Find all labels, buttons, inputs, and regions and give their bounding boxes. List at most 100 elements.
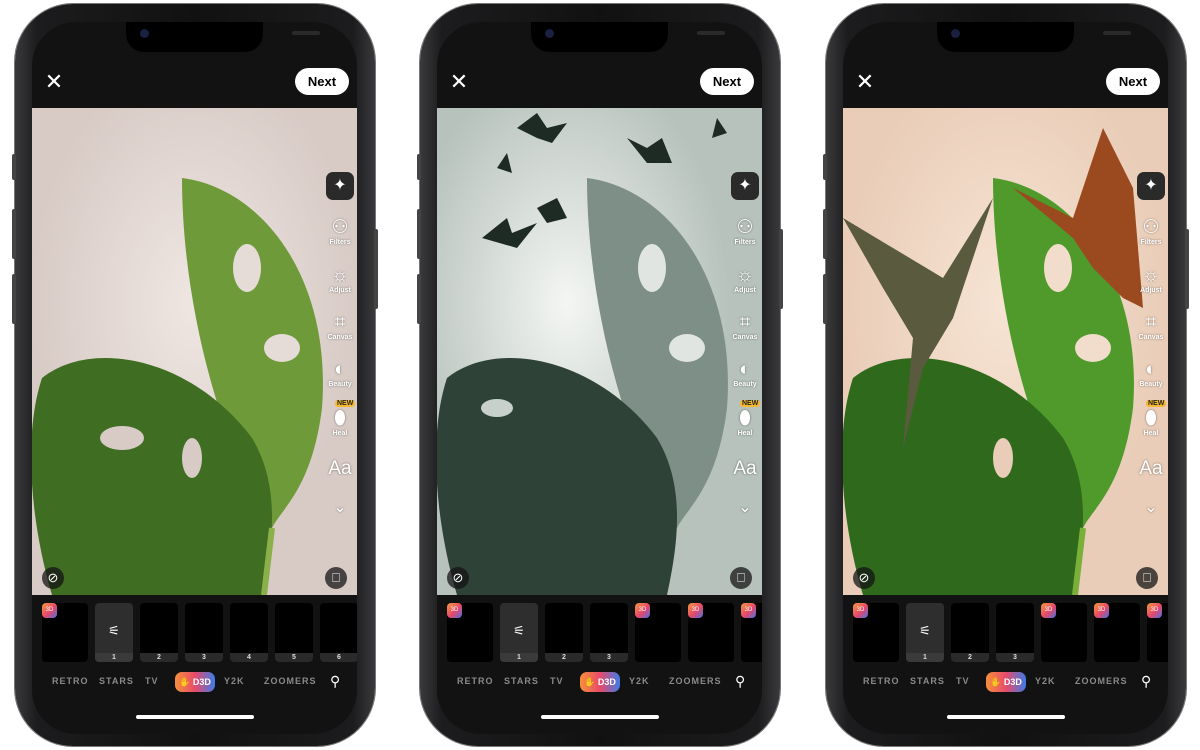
tool-canvas[interactable]: ⌗ Canvas [1134, 313, 1168, 342]
effect-thumbnail[interactable]: ⚟ 1 [906, 603, 944, 662]
category-stars[interactable]: STARS [99, 676, 134, 686]
category-stars[interactable]: STARS [910, 676, 945, 686]
text-tool[interactable]: Aa [323, 458, 357, 480]
category-tv[interactable]: TV [550, 676, 564, 686]
tool-heal[interactable]: ⬮ Heal [323, 409, 357, 438]
chevron-down-icon[interactable]: ⌄ [728, 497, 762, 517]
effect-thumbnail[interactable]: 2 [140, 603, 178, 662]
adjust-icon: ☼ [1142, 265, 1160, 286]
effect-thumbnail[interactable]: ⚟ 1 [95, 603, 133, 662]
text-tool[interactable]: Aa [1134, 458, 1168, 480]
beauty-icon: ◐ [1145, 359, 1157, 380]
photo-preview[interactable] [437, 108, 762, 595]
d3d-badge-icon: 3D [1094, 603, 1109, 618]
category-d3d-selected[interactable]: ✋ D3D [986, 672, 1026, 692]
no-effect-icon[interactable]: ⊘ [42, 567, 64, 589]
category-zoomers[interactable]: ZOOMERS [264, 676, 317, 686]
magic-sparkle-icon[interactable]: ✦ [326, 172, 354, 200]
category-y2k[interactable]: Y2K [1035, 676, 1056, 686]
effect-thumbnail[interactable]: 3 [590, 603, 628, 662]
tool-canvas[interactable]: ⌗ Canvas [323, 312, 357, 342]
bookmark-icon[interactable]: ⎕ [325, 567, 347, 589]
tool-filters[interactable]: ⚇ Filters [1134, 218, 1168, 247]
effect-thumbnail[interactable]: ⚟ 1 [500, 603, 538, 662]
category-d3d-selected[interactable]: ✋ D3D [580, 672, 620, 692]
effect-thumbnail[interactable]: 3D [42, 603, 88, 662]
next-button[interactable]: Next [295, 68, 349, 95]
tool-beauty[interactable]: ◐ Beauty [1134, 359, 1168, 389]
sliders-icon: ⚟ [513, 623, 525, 638]
tool-label: Canvas [327, 334, 353, 341]
category-retro[interactable]: RETRO [863, 676, 900, 686]
category-zoomers[interactable]: ZOOMERS [669, 676, 722, 686]
category-tv[interactable]: TV [145, 676, 159, 686]
effect-thumbnail[interactable]: 2 [545, 603, 583, 662]
close-icon[interactable]: ✕ [855, 71, 875, 93]
category-y2k[interactable]: Y2K [629, 676, 650, 686]
tool-filters[interactable]: ⚇ Filters [728, 218, 762, 247]
thumbnail-number: 4 [230, 653, 268, 662]
effect-thumbnail[interactable]: 3D [1094, 603, 1140, 662]
effect-thumbnail[interactable]: 3D [1041, 603, 1087, 662]
tool-label: Filters [734, 239, 756, 246]
tool-canvas[interactable]: ⌗ Canvas [728, 313, 762, 342]
photo-preview[interactable] [843, 108, 1168, 595]
tool-beauty[interactable]: ◐ Beauty [323, 359, 357, 389]
effect-thumbnail[interactable]: 6 [320, 603, 357, 662]
next-button[interactable]: Next [700, 68, 754, 95]
effect-thumbnail[interactable]: 4 [230, 603, 268, 662]
category-tv[interactable]: TV [956, 676, 970, 686]
effect-thumbnail[interactable]: 5 [275, 603, 313, 662]
effect-thumbnail[interactable]: 3 [996, 603, 1034, 662]
tool-heal[interactable]: ⬮ Heal [1134, 409, 1168, 438]
beauty-icon: ◐ [334, 359, 346, 380]
phone-original: ✕ Next ✦ ⚇ Filters ☼ Adjust ⌗ Canvas ◐ B… [12, 4, 378, 746]
tool-adjust[interactable]: ☼ Adjust [728, 266, 762, 295]
bookmark-icon[interactable]: ⎕ [1136, 567, 1158, 589]
close-icon[interactable]: ✕ [449, 71, 469, 93]
category-y2k[interactable]: Y2K [224, 676, 245, 686]
category-retro[interactable]: RETRO [457, 676, 494, 686]
tool-label: Heal [332, 430, 348, 437]
tool-adjust[interactable]: ☼ Adjust [323, 266, 357, 295]
chevron-down-icon[interactable]: ⌄ [1134, 497, 1168, 517]
effect-thumbnail[interactable]: 2 [951, 603, 989, 662]
category-label: D3D [192, 677, 211, 687]
category-bar: RETRO STARS TV ✋ D3D Y2K ZOOMERS ⚲ [843, 672, 1168, 692]
tool-beauty[interactable]: ◐ Beauty [728, 360, 762, 389]
tool-label: Adjust [734, 287, 756, 294]
photo-preview[interactable] [32, 108, 357, 595]
effect-thumbnail[interactable]: 3D [853, 603, 899, 662]
tool-adjust[interactable]: ☼ Adjust [1134, 265, 1168, 295]
tool-filters[interactable]: ⚇ Filters [323, 218, 357, 247]
close-icon[interactable]: ✕ [44, 71, 64, 93]
tool-label: Canvas [732, 334, 758, 341]
tool-heal[interactable]: ⬮ Heal [728, 409, 762, 438]
chevron-down-icon[interactable]: ⌄ [323, 497, 357, 517]
effect-thumbnail[interactable]: 3D [635, 603, 681, 662]
category-retro[interactable]: RETRO [52, 676, 89, 686]
screen: ✕ Next ✦ ⚇ Filters ☼ Adjust ⌗ Canvas ◐ B… [437, 22, 762, 734]
category-d3d-selected[interactable]: ✋ D3D [175, 672, 215, 692]
effect-thumbnail[interactable]: 3D [447, 603, 493, 662]
next-button[interactable]: Next [1106, 68, 1160, 95]
magic-sparkle-icon[interactable]: ✦ [731, 172, 759, 200]
bookmark-icon[interactable]: ⎕ [730, 567, 752, 589]
search-icon[interactable]: ⚲ [735, 673, 745, 690]
effect-thumbnail[interactable]: 3 [185, 603, 223, 662]
search-icon[interactable]: ⚲ [330, 673, 340, 690]
category-stars[interactable]: STARS [504, 676, 539, 686]
no-effect-icon[interactable]: ⊘ [853, 567, 875, 589]
category-zoomers[interactable]: ZOOMERS [1075, 676, 1128, 686]
magic-sparkle-icon[interactable]: ✦ [1137, 172, 1165, 200]
crop-icon: ⌗ [334, 312, 346, 333]
no-effect-icon[interactable]: ⊘ [447, 567, 469, 589]
d3d-badge-icon: 3D [853, 603, 868, 618]
effect-thumbnail[interactable]: 3D [688, 603, 734, 662]
effect-thumbnail[interactable]: 3D [741, 603, 762, 662]
search-icon[interactable]: ⚲ [1141, 673, 1151, 690]
effect-thumbnails: 3D ⚟ 1 2 3 4 5 6 [42, 603, 357, 662]
effect-thumbnail[interactable]: 3D [1147, 603, 1168, 662]
thumbnail-number: 6 [320, 653, 357, 662]
text-tool[interactable]: Aa [728, 458, 762, 480]
